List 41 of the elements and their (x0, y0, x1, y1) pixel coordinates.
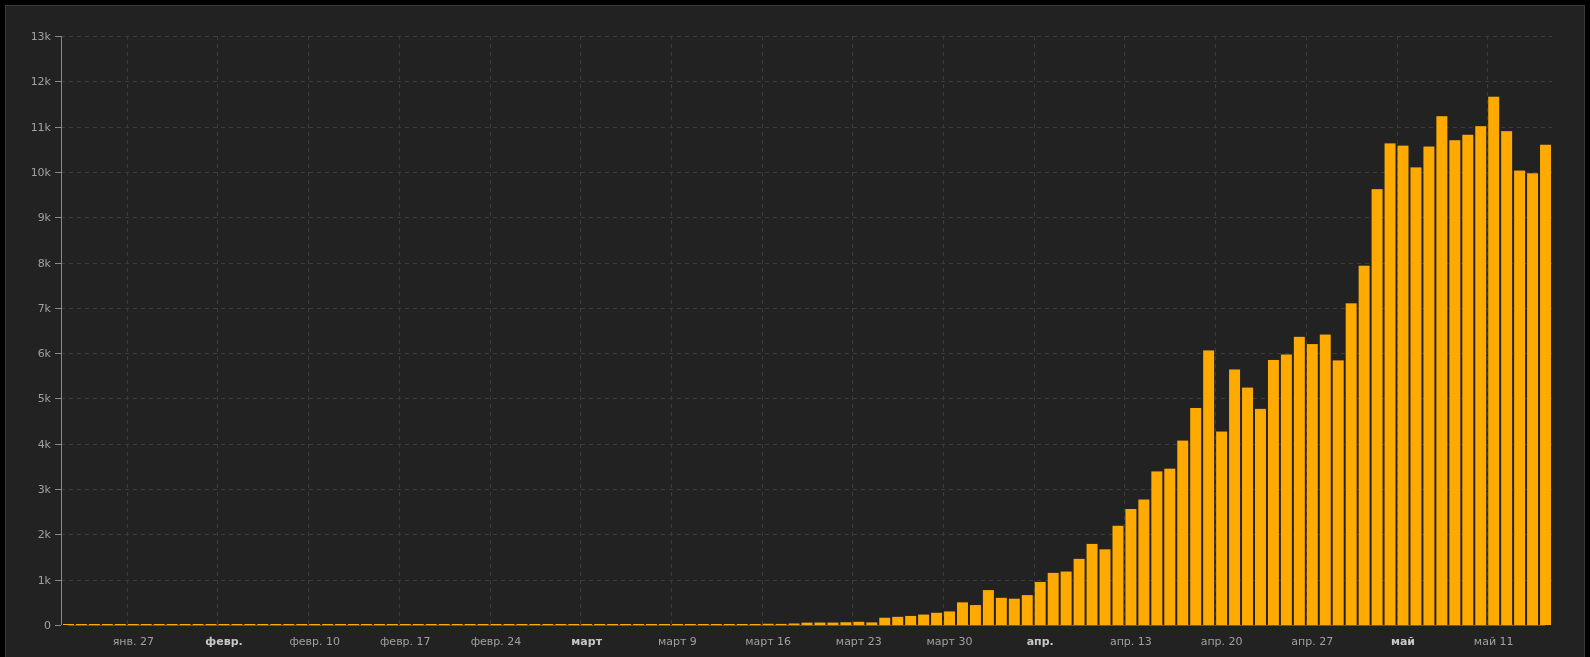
y-tick-label: 3k (37, 483, 51, 497)
x-tick-label: февр. (205, 635, 243, 648)
y-tick-label: 1k (37, 573, 51, 587)
x-tick-label: март (571, 635, 603, 648)
y-tick-label: 8k (37, 256, 51, 270)
bar (905, 615, 917, 625)
bar (944, 611, 955, 625)
y-tick-label: 4k (37, 437, 51, 451)
x-tick-label: март 16 (745, 635, 792, 648)
y-tick-label: 9k (37, 211, 51, 225)
x-tick-label: февр. 10 (289, 635, 340, 648)
bar (957, 602, 968, 625)
bar (931, 612, 943, 625)
x-tick-label: февр. 17 (380, 635, 431, 648)
x-tick-label: апр. (1026, 635, 1054, 648)
y-tick-label: 13k (30, 30, 51, 43)
x-tick-label: янв. 27 (112, 635, 154, 648)
y-tick-label: 12k (30, 75, 51, 89)
x-tick-label: март 30 (926, 635, 973, 648)
bar (1060, 571, 1072, 625)
x-tick-label: май 11 (1473, 635, 1514, 648)
y-tick-label: 2k (37, 528, 51, 542)
x-tick-label: апр. 13 (1109, 635, 1152, 648)
bar (1073, 558, 1085, 625)
bar (995, 597, 1007, 625)
x-tick-label: апр. 27 (1291, 635, 1334, 648)
y-tick-label: 6k (37, 347, 51, 361)
y-tick-label: 5k (37, 392, 51, 406)
bar (1047, 572, 1059, 625)
y-tick-label: 10k (30, 165, 51, 179)
x-tick-label: февр. 24 (470, 635, 522, 648)
y-tick-label: 0 (44, 619, 51, 632)
x-tick-label: май (1390, 635, 1416, 648)
bar (892, 616, 904, 625)
x-tick-label: март 9 (657, 635, 697, 648)
x-tick-label: март 23 (835, 635, 882, 648)
y-tick-label: 11k (30, 120, 51, 134)
bar (1008, 598, 1020, 625)
y-tick-label: 7k (37, 301, 51, 315)
bar (918, 614, 930, 625)
x-tick-label: апр. 20 (1200, 635, 1243, 648)
